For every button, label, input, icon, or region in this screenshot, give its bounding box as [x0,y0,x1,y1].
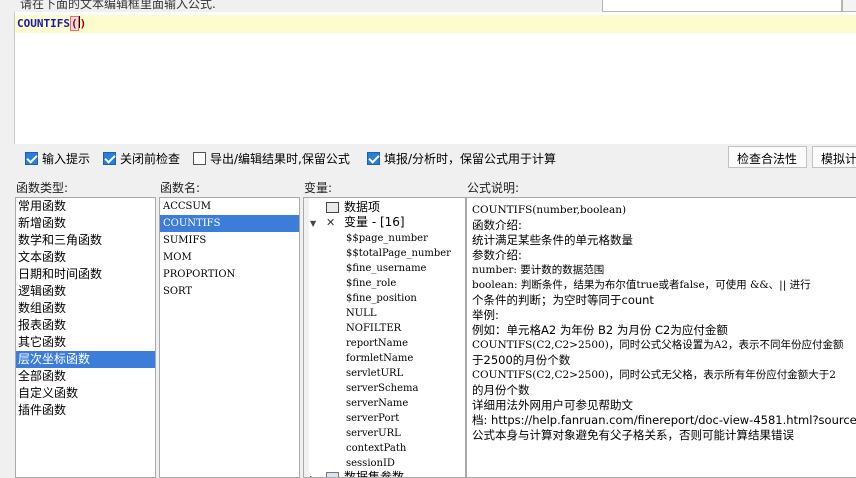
description-line: 的月份个数 [472,383,530,397]
input-hint-option[interactable]: 输入提示 [25,150,90,166]
input-hint-checkbox[interactable] [25,151,38,165]
formula-description: COUNTIFS(number,boolean) 函数介绍: 统计满足某些条件的单… [466,197,856,478]
description-line: 个条件的判断；为空时等同于count [472,293,654,307]
function-item[interactable]: SORT [160,283,299,300]
variable-item[interactable]: servletURL [346,366,403,381]
simulate-button[interactable]: 模拟计 [812,146,856,168]
category-item[interactable]: 数学和三角函数 [16,232,155,249]
variable-item[interactable]: $$page_number [346,231,428,246]
formula-close-paren: ) [79,17,87,30]
current-line-highlight [15,15,856,33]
variable-tree-scrollbar[interactable] [304,198,309,477]
category-item[interactable]: 逻辑函数 [16,283,155,300]
export-keep-label: 导出/编辑结果时,保留公式 [210,151,350,166]
description-line: 详细用法外网用户可参见帮助文 [472,398,633,412]
dataset-params-label: 数据集参数 [344,470,405,478]
variable-item[interactable]: sessionID [346,456,395,471]
category-item[interactable]: 数组函数 [16,300,155,317]
description-line: number: 要计数的数据范围 [472,264,605,276]
category-item[interactable]: 层次坐标函数 [16,351,155,368]
category-item[interactable]: 常用函数 [16,198,155,215]
description-line: 例如：单元格A2 为年份 B2 为月份 C2为应付金额 [472,323,728,337]
search-field[interactable] [602,0,842,12]
check-validity-button[interactable]: 检查合法性 [728,146,807,168]
description-line: 举例: [472,308,499,322]
search-button[interactable] [842,0,856,12]
input-hint-label: 输入提示 [42,151,91,166]
formula-function: COUNTIFS [17,17,70,30]
export-keep-checkbox[interactable] [193,151,206,165]
category-item[interactable]: 文本函数 [16,249,155,266]
fill-keep-option[interactable]: 填报/分析时，保留公式用于计算 [367,150,556,166]
description-line: COUNTIFS(C2,C2>2500)，同时公式无父格，表示所有年份应付金额大… [472,369,836,381]
description-line: 函数介绍: [472,218,522,232]
category-item[interactable]: 插件函数 [16,402,155,419]
category-label: 函数类型: [16,181,69,195]
function-list[interactable]: ACCSUM COUNTIFS SUMIFS MOM PROPORTION SORT [159,197,300,478]
function-item[interactable]: ACCSUM [160,198,299,215]
formula-text[interactable]: COUNTIFS() [17,16,87,31]
variable-item[interactable]: contextPath [346,441,406,456]
category-item[interactable]: 新增函数 [16,215,155,232]
hint-bar: 请在下面的文本编辑框里面输入公式. [0,0,856,12]
hint-text: 请在下面的文本编辑框里面输入公式. [20,0,216,11]
expand-icon[interactable]: ▶ [310,471,316,477]
variable-item[interactable]: serverName [346,396,408,411]
variable-item[interactable]: serverSchema [346,381,418,396]
var-group-label: 变量 - [16] [344,215,405,229]
function-name-label: 函数名: [160,181,201,195]
variable-group-icon: ✕ [326,216,336,229]
fill-keep-label: 填报/分析时，保留公式用于计算 [384,151,557,166]
function-item[interactable]: SUMIFS [160,232,299,249]
variable-tree[interactable]: 数据项 ▼ ✕ 变量 - [16] $$page_number $$totalPa… [303,197,466,478]
formula-open-paren: ( [69,16,79,31]
category-item[interactable]: 其它函数 [16,334,155,351]
variable-item[interactable]: $fine_position [346,291,417,306]
variable-label: 变量: [304,181,333,195]
description-line: 档: https://help.fanruan.com/finereport/d… [472,413,856,427]
data-item-label: 数据项 [344,200,381,214]
variable-item[interactable]: $fine_role [346,276,396,291]
variable-item[interactable]: NULL [346,306,376,321]
collapse-icon[interactable]: ▼ [310,216,316,231]
category-item[interactable]: 全部函数 [16,368,155,385]
description-line: 于2500的月份个数 [472,353,571,367]
variable-item[interactable]: serverPort [346,411,399,426]
check-on-close-option[interactable]: 关闭前检查 [103,150,180,166]
category-item[interactable]: 日期和时间函数 [16,266,155,283]
variable-item[interactable]: $$totalPage_number [346,246,451,261]
fill-keep-checkbox[interactable] [367,151,380,165]
function-item[interactable]: COUNTIFS [160,215,299,232]
description-line: COUNTIFS(number,boolean) [472,204,627,216]
check-on-close-checkbox[interactable] [103,151,116,165]
data-item-icon [326,202,339,213]
function-item[interactable]: PROPORTION [160,266,299,283]
variable-item[interactable]: reportName [346,336,408,351]
description-line: 统计满足某些条件的单元格数量 [472,233,633,247]
check-on-close-label: 关闭前检查 [120,151,181,166]
description-line: 公式本身与计算对象避免有父子格关系，否则可能计算结果错误 [472,428,794,442]
formula-editor[interactable]: COUNTIFS() [14,12,856,144]
dataset-params-icon [326,472,339,477]
variable-item[interactable]: NOFILTER [346,321,401,336]
variable-item[interactable]: serverURL [346,426,401,441]
category-item[interactable]: 自定义函数 [16,385,155,402]
description-line: COUNTIFS(C2,C2>2500)，同时公式父格设置为A2，表示不同年份应… [472,339,844,351]
variable-item[interactable]: $fine_username [346,261,426,276]
description-line: 参数介绍: [472,248,522,262]
variable-item[interactable]: formletName [346,351,413,366]
function-item[interactable]: MOM [160,249,299,266]
description-line: boolean: 判断条件，结果为布尔值true或者false，可使用 &&、|… [472,279,811,291]
category-list[interactable]: 常用函数 新增函数 数学和三角函数 文本函数 日期和时间函数 逻辑函数 数组函数 报表函数 其它… [15,197,156,478]
description-label: 公式说明: [467,181,520,195]
export-keep-option[interactable]: 导出/编辑结果时,保留公式 [193,150,350,166]
category-item[interactable]: 报表函数 [16,317,155,334]
